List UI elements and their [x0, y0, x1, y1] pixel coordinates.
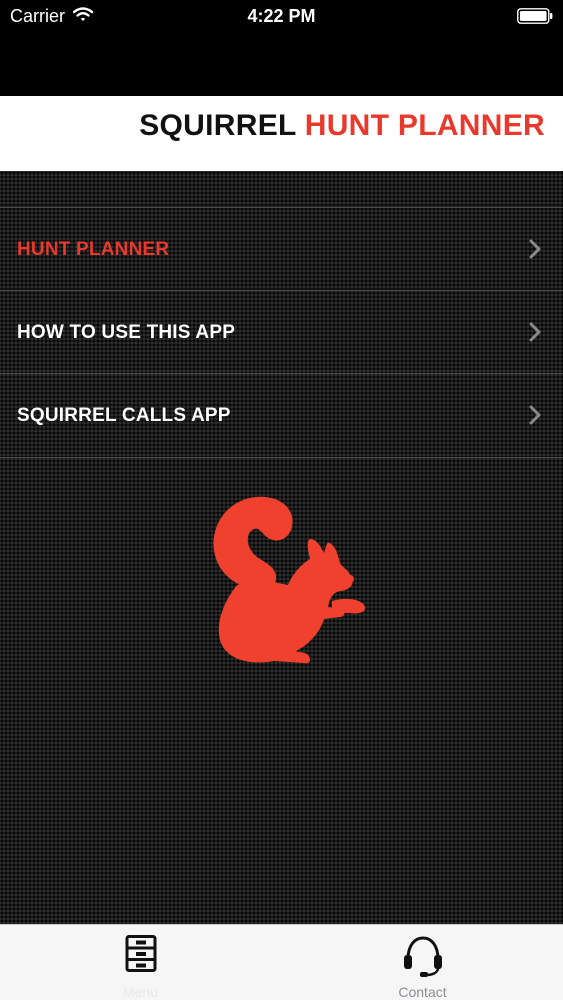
chevron-right-icon	[529, 405, 541, 430]
cabinet-icon	[125, 935, 157, 978]
menu-item-hunt-planner[interactable]: HUNT PLANNER	[0, 207, 563, 290]
menu-item-label: HOW TO USE THIS APP	[17, 322, 236, 343]
battery-icon	[517, 8, 553, 29]
menu-item-label: SQUIRREL CALLS APP	[17, 405, 231, 426]
chevron-right-icon	[529, 239, 541, 264]
app-title: SQUIRREL HUNT PLANNER	[139, 109, 545, 143]
menu-item-label: HUNT PLANNER	[17, 239, 170, 260]
status-time: 4:22 PM	[247, 6, 316, 26]
app-title-accent: HUNT PLANNER	[304, 109, 545, 142]
app-screen: Carrier 4:22 PM SQUIRREL HUNT PLANNER HU…	[0, 0, 563, 1000]
app-title-primary: SQUIRREL	[139, 109, 297, 142]
menu-item-how-to-use[interactable]: HOW TO USE THIS APP	[0, 290, 563, 373]
squirrel-icon	[200, 493, 370, 678]
menu-item-squirrel-calls[interactable]: SQUIRREL CALLS APP	[0, 373, 563, 458]
tab-menu-label: Menu	[122, 984, 159, 1000]
tab-menu[interactable]: Menu	[0, 925, 281, 1000]
app-header: SQUIRREL HUNT PLANNER	[0, 96, 563, 171]
tab-bar: Menu Contact	[0, 924, 563, 1000]
status-bar: Carrier 4:22 PM	[0, 0, 563, 34]
tab-contact[interactable]: Contact	[282, 925, 563, 1000]
main-content: HUNT PLANNER HOW TO USE THIS APP SQUIRRE…	[0, 171, 563, 924]
chevron-right-icon	[529, 322, 541, 347]
headset-icon	[402, 935, 444, 982]
tab-contact-label: Contact	[398, 984, 447, 1000]
menu-list: HUNT PLANNER HOW TO USE THIS APP SQUIRRE…	[0, 207, 563, 458]
